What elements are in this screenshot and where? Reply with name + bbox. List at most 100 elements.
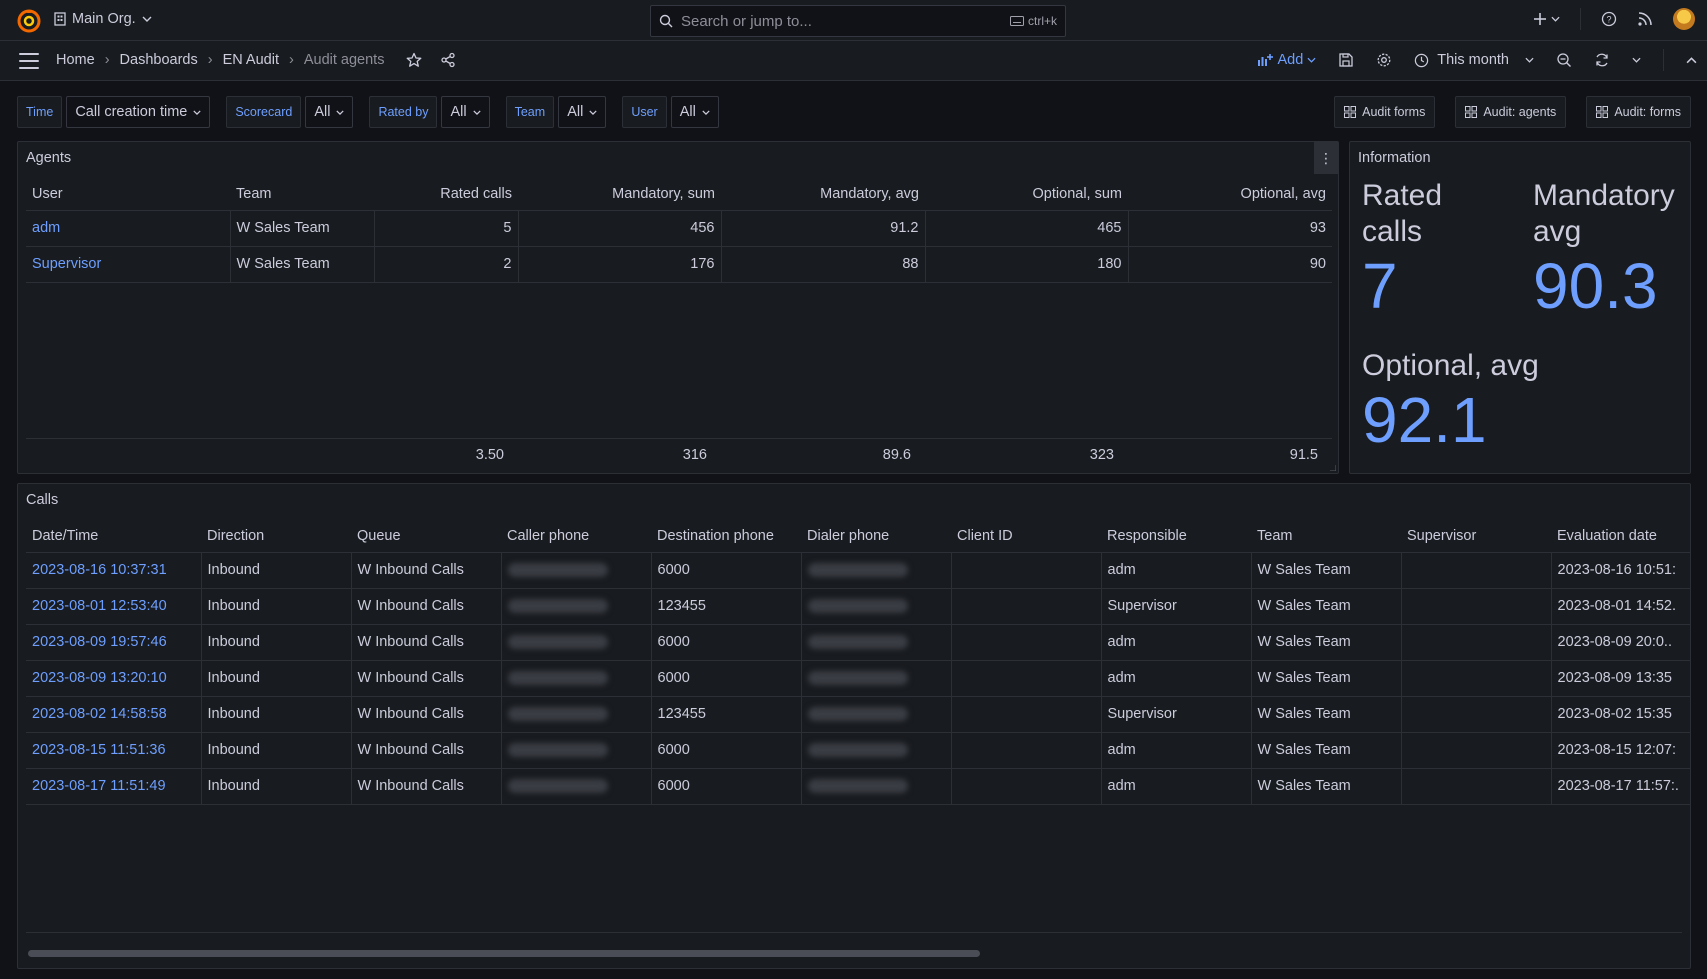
refresh-interval-chevron-icon[interactable] bbox=[1632, 57, 1641, 63]
column-header[interactable]: Mandatory, avg bbox=[721, 178, 925, 211]
column-header[interactable]: Rated calls bbox=[374, 178, 518, 211]
table-cell bbox=[951, 588, 1102, 625]
panel-menu-kebab-icon[interactable]: ⋮ bbox=[1314, 142, 1338, 174]
table-cell: 2023-08-02 15:35 bbox=[1551, 696, 1690, 733]
column-header[interactable]: Optional, sum bbox=[925, 178, 1128, 211]
apps-grid-icon bbox=[1344, 106, 1357, 118]
call-datetime-link[interactable]: 2023-08-17 11:51:49 bbox=[26, 768, 202, 805]
refresh-icon[interactable] bbox=[1594, 52, 1610, 68]
horizontal-scrollbar[interactable] bbox=[28, 950, 980, 957]
link-audit-forms[interactable]: Audit forms bbox=[1334, 96, 1436, 128]
panel-title[interactable]: Calls bbox=[26, 492, 58, 508]
link-audit-forms-2[interactable]: Audit: forms bbox=[1586, 96, 1691, 128]
column-header[interactable]: Client ID bbox=[951, 520, 1101, 553]
search-input[interactable]: Search or jump to... ctrl+k bbox=[650, 5, 1066, 37]
column-header[interactable]: Evaluation date bbox=[1551, 520, 1690, 553]
column-header[interactable]: Supervisor bbox=[1401, 520, 1551, 553]
chevron-right-icon: › bbox=[104, 52, 110, 68]
user-avatar[interactable] bbox=[1673, 8, 1695, 30]
breadcrumb-home[interactable]: Home bbox=[56, 52, 95, 68]
table-cell bbox=[1401, 732, 1552, 769]
column-header[interactable]: User bbox=[26, 178, 230, 211]
table-cell: 2023-08-01 14:52. bbox=[1551, 588, 1690, 625]
column-header[interactable]: Caller phone bbox=[501, 520, 651, 553]
column-header[interactable]: Team bbox=[1251, 520, 1401, 553]
column-header[interactable]: Team bbox=[230, 178, 374, 211]
table-cell: 5 bbox=[374, 210, 519, 247]
variable-select-user[interactable]: All bbox=[670, 96, 719, 128]
link-audit-agents[interactable]: Audit: agents bbox=[1455, 96, 1567, 128]
column-header[interactable]: Destination phone bbox=[651, 520, 801, 553]
org-switcher[interactable]: Main Org. bbox=[54, 11, 152, 27]
table-cell: 123455 bbox=[651, 696, 802, 733]
star-icon[interactable] bbox=[406, 52, 422, 68]
table-cell: W Sales Team bbox=[1251, 552, 1402, 589]
panel-title[interactable]: Agents bbox=[26, 150, 71, 166]
breadcrumb-folder[interactable]: EN Audit bbox=[223, 52, 279, 68]
table-cell bbox=[801, 768, 952, 805]
call-datetime-link[interactable]: 2023-08-15 11:51:36 bbox=[26, 732, 202, 769]
table-cell: W Sales Team bbox=[230, 246, 375, 283]
table-cell bbox=[1401, 768, 1552, 805]
table-cell: adm bbox=[1101, 768, 1252, 805]
time-picker[interactable]: This month bbox=[1414, 52, 1534, 68]
table-cell bbox=[951, 660, 1102, 697]
redacted-phone bbox=[507, 779, 608, 794]
collapse-chevron-up-icon[interactable] bbox=[1686, 56, 1697, 64]
column-header[interactable]: Direction bbox=[201, 520, 351, 553]
call-datetime-link[interactable]: 2023-08-09 19:57:46 bbox=[26, 624, 202, 661]
column-header[interactable]: Responsible bbox=[1101, 520, 1251, 553]
table-cell bbox=[801, 588, 952, 625]
stat-value-optional-avg: 92.1 bbox=[1362, 384, 1487, 456]
column-header[interactable]: Optional, avg bbox=[1128, 178, 1332, 211]
menu-hamburger-icon[interactable] bbox=[19, 53, 39, 69]
redacted-phone bbox=[807, 671, 908, 686]
save-icon[interactable] bbox=[1338, 52, 1354, 68]
call-datetime-link[interactable]: 2023-08-02 14:58:58 bbox=[26, 696, 202, 733]
footer-cell: 3.50 bbox=[475, 447, 504, 463]
user-link[interactable]: adm bbox=[26, 210, 231, 247]
help-icon[interactable]: ? bbox=[1601, 11, 1617, 27]
user-link[interactable]: Supervisor bbox=[26, 246, 231, 283]
variable-select-team[interactable]: All bbox=[558, 96, 607, 128]
call-datetime-link[interactable]: 2023-08-16 10:37:31 bbox=[26, 552, 202, 589]
variable-value: All bbox=[450, 104, 467, 120]
table-cell bbox=[951, 624, 1102, 661]
add-panel-icon bbox=[1257, 53, 1274, 67]
variable-select-time[interactable]: Call creation time bbox=[66, 96, 211, 128]
variable-select-rated-by[interactable]: All bbox=[441, 96, 490, 128]
call-datetime-link[interactable]: 2023-08-01 12:53:40 bbox=[26, 588, 202, 625]
table-cell: 6000 bbox=[651, 552, 802, 589]
settings-gear-icon[interactable] bbox=[1376, 52, 1392, 68]
table-cell: 465 bbox=[925, 210, 1129, 247]
table-cell: 90 bbox=[1128, 246, 1332, 283]
table-cell: adm bbox=[1101, 624, 1252, 661]
column-header[interactable]: Dialer phone bbox=[801, 520, 951, 553]
table-cell: W Inbound Calls bbox=[351, 768, 502, 805]
share-icon[interactable] bbox=[440, 52, 456, 68]
panel-title[interactable]: Information bbox=[1358, 150, 1431, 166]
add-button[interactable]: Add bbox=[1257, 52, 1316, 68]
table-cell: Inbound bbox=[201, 768, 352, 805]
variable-select-scorecard[interactable]: All bbox=[305, 96, 354, 128]
breadcrumb-dashboards[interactable]: Dashboards bbox=[120, 52, 198, 68]
table-cell: Inbound bbox=[201, 552, 352, 589]
table-row: 2023-08-09 13:20:10 Inbound W Inbound Call… bbox=[26, 660, 1690, 697]
stat-label-line: avg bbox=[1533, 215, 1582, 248]
search-shortcut: ctrl+k bbox=[1009, 14, 1057, 28]
column-header[interactable]: Queue bbox=[351, 520, 501, 553]
new-plus-icon[interactable] bbox=[1533, 12, 1560, 26]
news-rss-icon[interactable] bbox=[1637, 11, 1653, 27]
variable-value: Call creation time bbox=[75, 104, 188, 120]
grafana-logo-icon[interactable] bbox=[17, 9, 41, 33]
chevron-right-icon: › bbox=[207, 52, 213, 68]
column-header[interactable]: Mandatory, sum bbox=[518, 178, 721, 211]
stat-label: Optional, avg bbox=[1362, 349, 1539, 382]
column-header[interactable]: Date/Time bbox=[26, 520, 201, 553]
zoom-out-icon[interactable] bbox=[1556, 52, 1572, 68]
table-cell: 93 bbox=[1128, 210, 1332, 247]
resize-handle-icon[interactable] bbox=[1330, 465, 1336, 471]
footer-cell: 89.6 bbox=[882, 447, 911, 463]
call-datetime-link[interactable]: 2023-08-09 13:20:10 bbox=[26, 660, 202, 697]
calls-table: Date/Time Direction Queue Caller phone D… bbox=[26, 520, 1690, 805]
